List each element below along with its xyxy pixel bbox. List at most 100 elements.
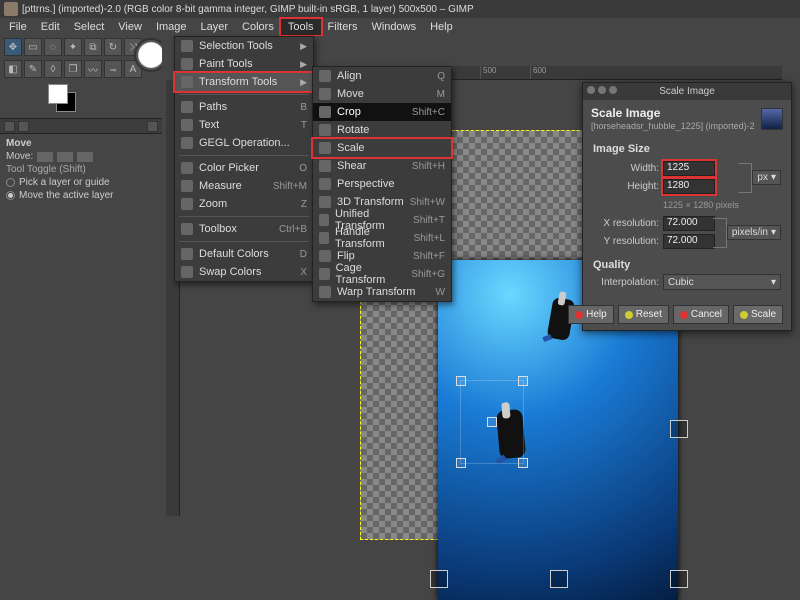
transform-menu-move[interactable]: MoveM xyxy=(313,85,451,103)
smudge-tool[interactable]: 〰 xyxy=(84,60,102,78)
menu-tools[interactable]: Tools xyxy=(281,19,321,35)
help-button[interactable]: Help xyxy=(568,305,614,324)
radio-row-1[interactable]: Pick a layer or guide xyxy=(6,177,156,188)
menu-image[interactable]: Image xyxy=(149,19,194,35)
tools-menu-text[interactable]: TextT xyxy=(175,116,313,134)
menu-item-icon xyxy=(181,76,193,88)
close-icon[interactable] xyxy=(587,86,595,94)
dialog-titlebar[interactable]: Scale Image xyxy=(583,83,791,100)
chevron-down-icon: ▾ xyxy=(771,277,776,288)
eraser-tool[interactable]: ◊ xyxy=(44,60,62,78)
scale-image-dialog[interactable]: Scale Image Scale Image [horseheadsr_hub… xyxy=(582,82,792,331)
fg-color[interactable] xyxy=(48,84,68,104)
tools-menu-selection-tools[interactable]: Selection Tools▶ xyxy=(175,37,313,55)
transform-menu-align[interactable]: AlignQ xyxy=(313,67,451,85)
menu-windows[interactable]: Windows xyxy=(364,19,423,35)
tools-menu-measure[interactable]: MeasureShift+M xyxy=(175,177,313,195)
crop-overlay[interactable] xyxy=(460,380,524,464)
menu-help[interactable]: Help xyxy=(423,19,460,35)
color-swatches[interactable] xyxy=(48,84,78,114)
crop-handle-br[interactable] xyxy=(518,458,528,468)
scale-button[interactable]: Scale xyxy=(733,305,783,324)
free-select-tool[interactable]: ◌ xyxy=(44,38,62,56)
min-icon[interactable] xyxy=(598,86,606,94)
menubar[interactable]: FileEditSelectViewImageLayerColorsToolsF… xyxy=(0,18,800,36)
radio-row-2[interactable]: Move the active layer xyxy=(6,190,156,201)
pencil-tool[interactable]: ✎ xyxy=(24,60,42,78)
crop-handle-tr[interactable] xyxy=(518,376,528,386)
clone-tool[interactable]: ❐ xyxy=(64,60,82,78)
tools-menu-gegl-operation-[interactable]: GEGL Operation... xyxy=(175,134,313,152)
transform-tools-submenu[interactable]: AlignQMoveMCropShift+CRotateScaleShearSh… xyxy=(312,66,452,302)
path-tool[interactable]: ⫬ xyxy=(104,60,122,78)
rotate-tool[interactable]: ↻ xyxy=(104,38,122,56)
transform-menu-cage-transform[interactable]: Cage TransformShift+G xyxy=(313,265,451,283)
radio-move-active[interactable] xyxy=(6,191,15,200)
layer-handle-bm[interactable] xyxy=(550,570,568,588)
res-chain-icon[interactable] xyxy=(713,218,727,248)
chevron-down-icon: ▾ xyxy=(771,227,776,238)
menu-item-icon xyxy=(319,196,331,208)
reset-button[interactable]: Reset xyxy=(618,305,669,324)
height-input[interactable]: 1280 xyxy=(663,179,715,194)
tools-menu-paths[interactable]: PathsB xyxy=(175,98,313,116)
menu-select[interactable]: Select xyxy=(67,19,112,35)
bucket-tool[interactable]: ◧ xyxy=(4,60,22,78)
transform-menu-warp-transform[interactable]: Warp TransformW xyxy=(313,283,451,301)
dock-tab-2[interactable] xyxy=(18,121,29,132)
tools-menu-transform-tools[interactable]: Transform Tools▶ xyxy=(175,73,313,91)
dock-tab-1[interactable] xyxy=(4,121,15,132)
menu-layer[interactable]: Layer xyxy=(194,19,236,35)
move-mode-path[interactable] xyxy=(77,152,93,162)
tools-menu[interactable]: Selection Tools▶Paint Tools▶Transform To… xyxy=(174,36,314,282)
transform-menu-shear[interactable]: ShearShift+H xyxy=(313,157,451,175)
menu-colors[interactable]: Colors xyxy=(235,19,281,35)
move-mode-layer[interactable] xyxy=(37,152,53,162)
xres-input[interactable]: 72.000 xyxy=(663,216,715,231)
crop-handle-bl[interactable] xyxy=(456,458,466,468)
reset-icon xyxy=(625,311,633,319)
menu-view[interactable]: View xyxy=(111,19,149,35)
menu-item-icon xyxy=(319,178,331,190)
tools-menu-color-picker[interactable]: Color PickerO xyxy=(175,159,313,177)
layer-handle-br[interactable] xyxy=(670,570,688,588)
tools-menu-toolbox[interactable]: ToolboxCtrl+B xyxy=(175,220,313,238)
res-unit-select[interactable]: pixels/in▾ xyxy=(727,225,781,240)
tools-menu-swap-colors[interactable]: Swap ColorsX xyxy=(175,263,313,281)
move-tool[interactable]: ✥ xyxy=(4,38,22,56)
tools-menu-default-colors[interactable]: Default ColorsD xyxy=(175,245,313,263)
layer-handle-mr[interactable] xyxy=(670,420,688,438)
zoom-icon[interactable] xyxy=(609,86,617,94)
yres-label: Y resolution: xyxy=(593,236,659,247)
transform-menu-handle-transform[interactable]: Handle TransformShift+L xyxy=(313,229,451,247)
transform-menu-crop[interactable]: CropShift+C xyxy=(313,103,451,121)
quality-label: Quality xyxy=(593,259,781,271)
tool-options: Move Move: Tool Toggle (Shift) Pick a la… xyxy=(0,134,162,207)
menu-edit[interactable]: Edit xyxy=(34,19,67,35)
size-unit-select[interactable]: px▾ xyxy=(752,170,781,185)
layer-handle-bl[interactable] xyxy=(430,570,448,588)
quality-section: Quality Interpolation: Cubic▾ xyxy=(583,254,791,295)
radio-pick-layer[interactable] xyxy=(6,178,15,187)
chain-icon[interactable] xyxy=(738,163,752,193)
transform-menu-rotate[interactable]: Rotate xyxy=(313,121,451,139)
menu-item-icon xyxy=(319,286,331,298)
menu-filters[interactable]: Filters xyxy=(321,19,365,35)
tools-menu-zoom[interactable]: ZoomZ xyxy=(175,195,313,213)
transform-menu-scale[interactable]: Scale xyxy=(313,139,451,157)
tools-menu-paint-tools[interactable]: Paint Tools▶ xyxy=(175,55,313,73)
transform-menu-perspective[interactable]: Perspective xyxy=(313,175,451,193)
fuzzy-select-tool[interactable]: ✦ xyxy=(64,38,82,56)
crop-handle-tl[interactable] xyxy=(456,376,466,386)
menu-file[interactable]: File xyxy=(2,19,34,35)
yres-input[interactable]: 72.000 xyxy=(663,234,715,249)
crop-tool[interactable]: ⧉ xyxy=(84,38,102,56)
width-input[interactable]: 1225 xyxy=(663,161,715,176)
crop-handle-center[interactable] xyxy=(487,417,497,427)
move-mode-sel[interactable] xyxy=(57,152,73,162)
dock-tab-3[interactable] xyxy=(147,121,158,132)
dock-tabs[interactable] xyxy=(0,118,162,134)
cancel-button[interactable]: Cancel xyxy=(673,305,729,324)
interp-select[interactable]: Cubic▾ xyxy=(663,274,781,290)
rect-select-tool[interactable]: ▭ xyxy=(24,38,42,56)
